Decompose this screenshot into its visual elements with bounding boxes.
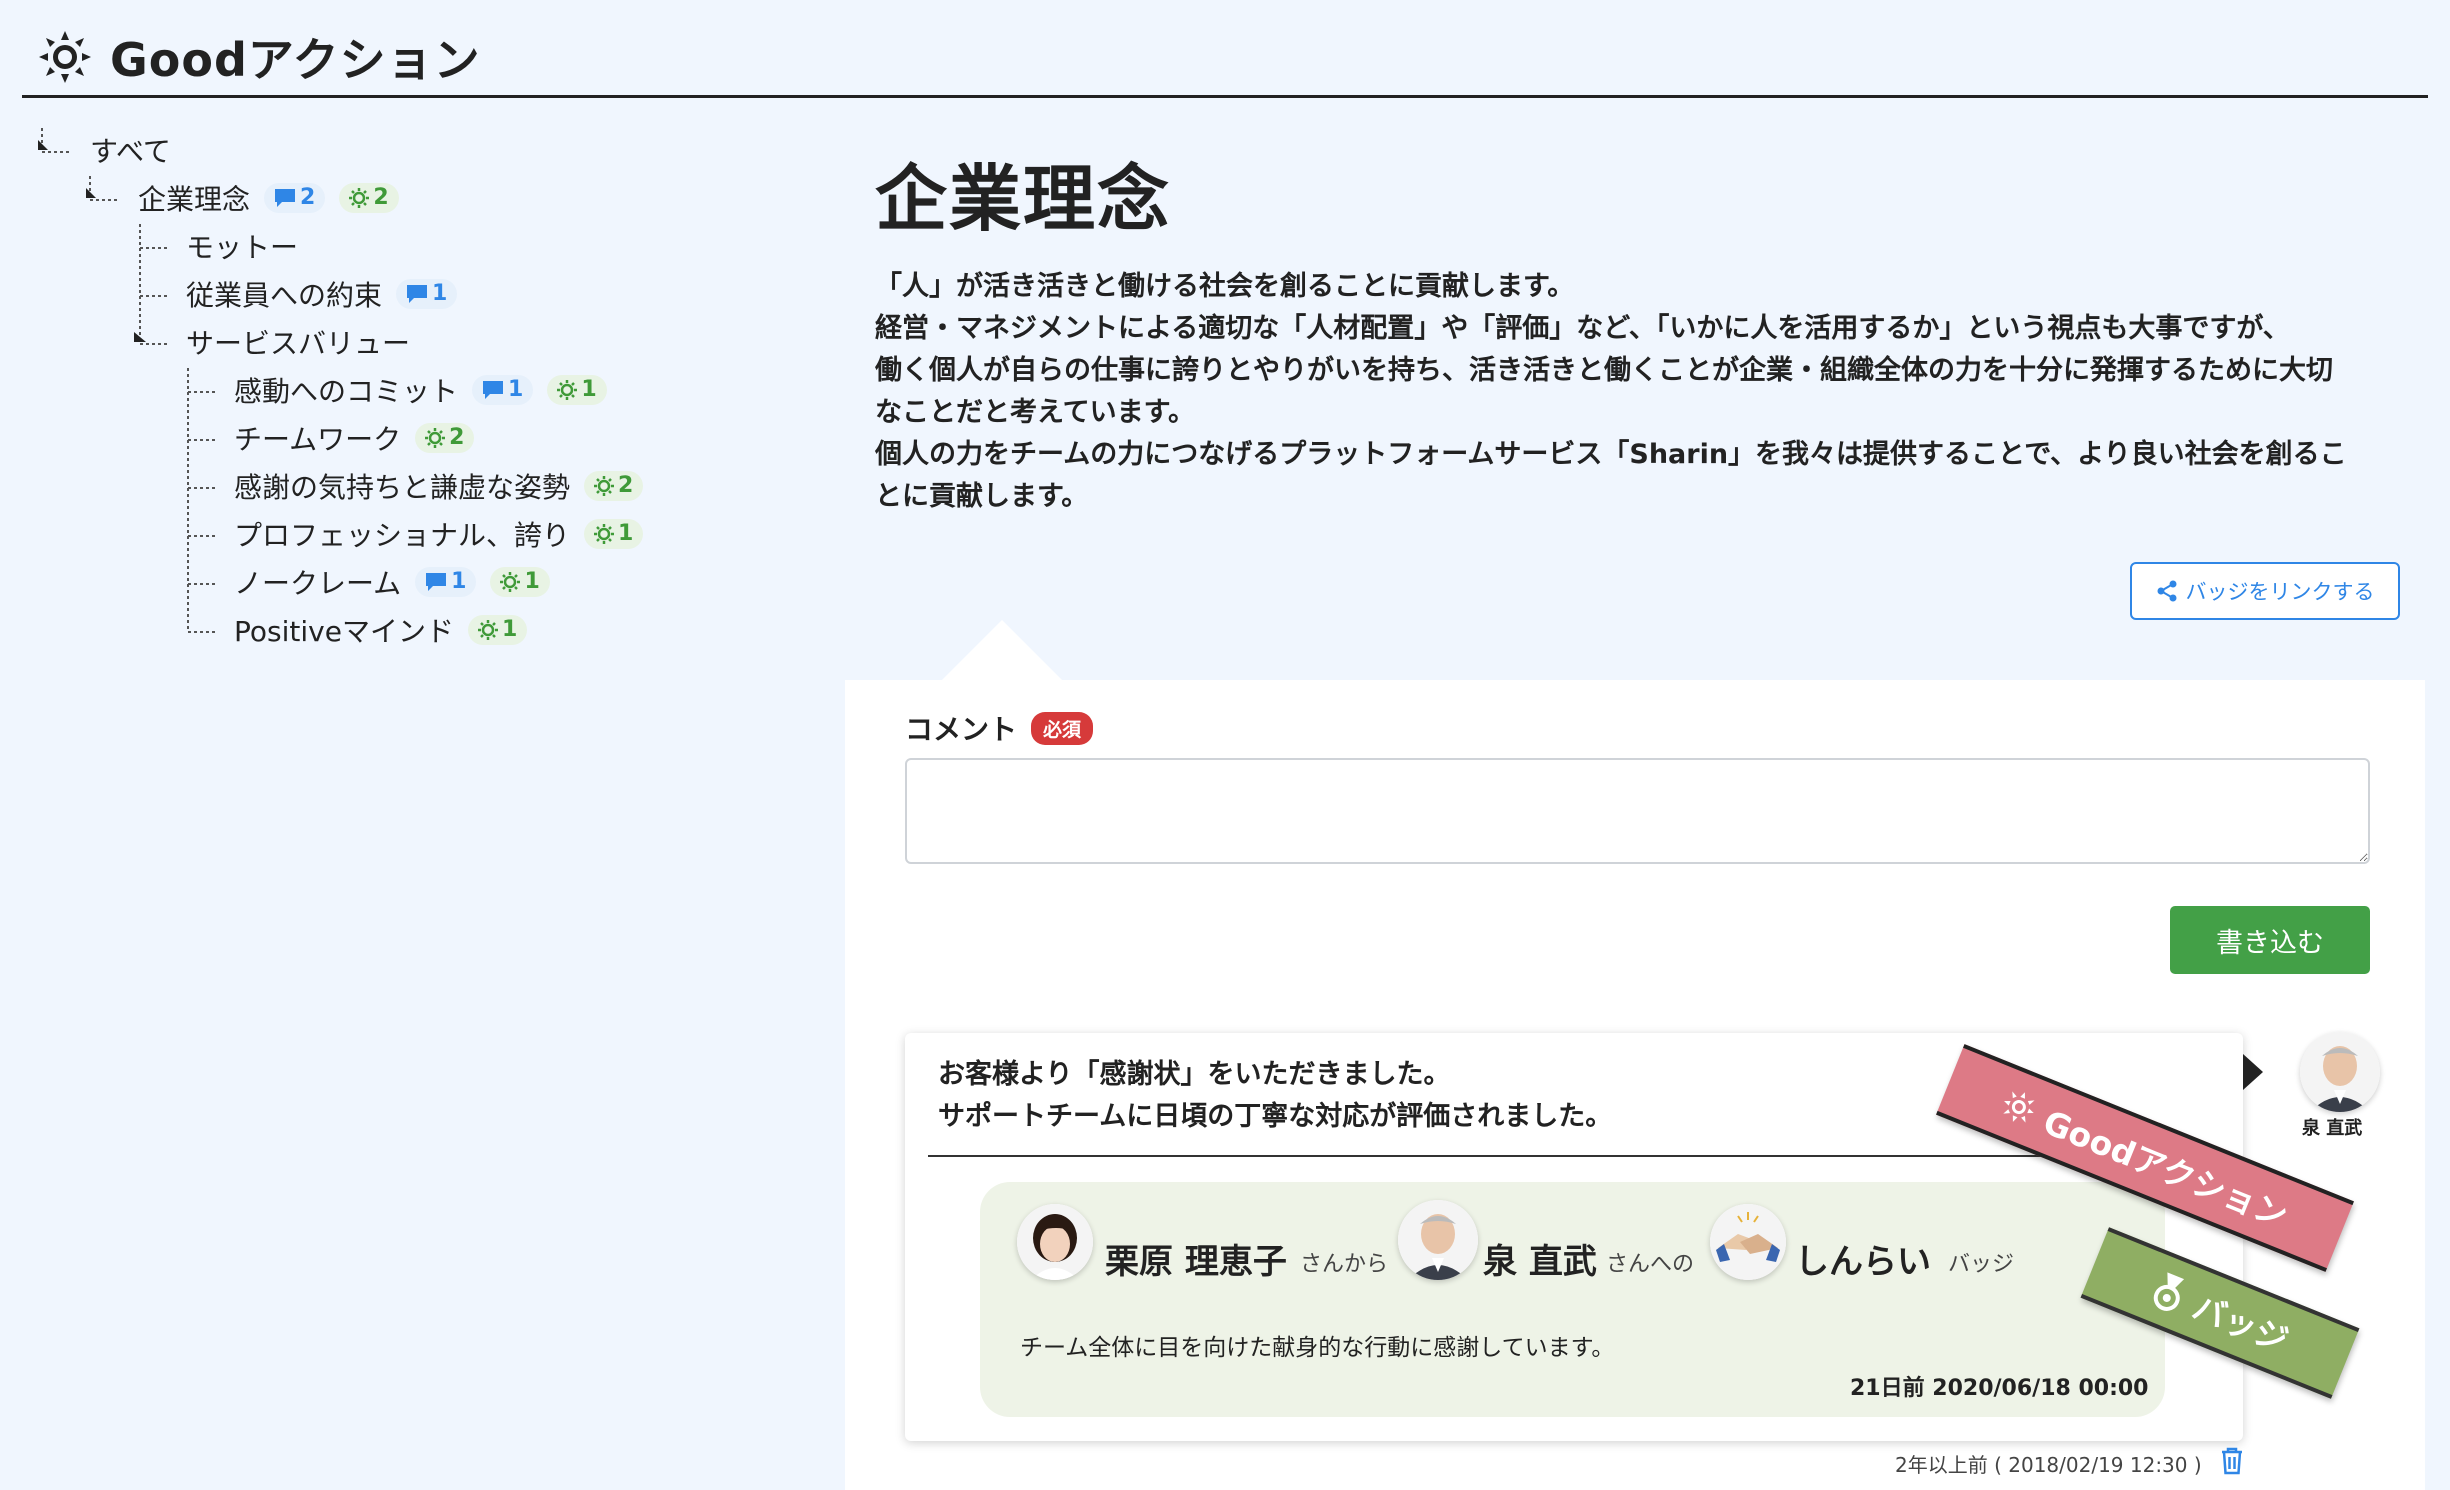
comment-label: コメント 必須 bbox=[905, 708, 1094, 748]
sun-icon bbox=[557, 380, 578, 400]
panel-notch bbox=[940, 620, 1064, 682]
share-icon bbox=[2157, 580, 2176, 602]
tree-item-label: ノークレーム bbox=[234, 567, 402, 600]
description-line: 個人の力をチームの力につなげるプラットフォームサービス「Sharin」を我々は提… bbox=[875, 439, 2347, 470]
post-text-line: サポートチームに日頃の丁寧な対応が評価されました。 bbox=[938, 1101, 1613, 1132]
description-line: とに貢献します。 bbox=[875, 481, 1089, 512]
tree-item-label: 感動へのコミット bbox=[234, 375, 459, 408]
tree-item-label: 企業理念 bbox=[138, 183, 251, 216]
tree-item-label: サービスバリュー bbox=[186, 327, 411, 360]
from-user-name: 栗原 理恵子 bbox=[1105, 1242, 1287, 1282]
handshake-icon bbox=[1710, 1204, 1786, 1280]
page-title: 企業理念 bbox=[875, 157, 1172, 241]
tree-item-gratitude[interactable]: 感謝の気持ちと謙虚な姿勢 2 bbox=[234, 466, 644, 506]
good-count-badge: 2 bbox=[415, 423, 475, 453]
good-count-badge: 1 bbox=[584, 519, 644, 549]
link-badge-button[interactable]: バッジをリンクする bbox=[2130, 562, 2400, 620]
tree-item-employee-promise[interactable]: 従業員への約束 1 bbox=[186, 274, 458, 314]
good-count-badge: 1 bbox=[547, 375, 607, 405]
tree-item-label: チームワーク bbox=[234, 423, 402, 456]
comment-count-badge: 1 bbox=[472, 375, 534, 405]
tree-item-commit[interactable]: 感動へのコミット 1 1 bbox=[234, 370, 607, 410]
trash-icon[interactable] bbox=[2220, 1447, 2244, 1475]
good-count-badge: 2 bbox=[339, 183, 399, 213]
sun-icon bbox=[2003, 1091, 2035, 1123]
badge-date: 21日前 2020/06/18 00:00 bbox=[1850, 1376, 2149, 1401]
tree-item-corporate-philosophy[interactable]: 企業理念 2 2 bbox=[138, 178, 399, 218]
comment-count-badge: 2 bbox=[264, 183, 326, 213]
badge-message: チーム全体に目を向けた献身的な行動に感謝しています。 bbox=[1020, 1335, 1615, 1361]
comment-icon bbox=[426, 573, 447, 591]
comment-count-badge: 1 bbox=[396, 279, 458, 309]
comment-count-badge: 1 bbox=[415, 567, 477, 597]
sun-icon bbox=[594, 524, 615, 544]
tree-item-label: プロフェッショナル、誇り bbox=[234, 519, 571, 552]
tree-item-no-claim[interactable]: ノークレーム 1 1 bbox=[234, 562, 550, 602]
medal-icon bbox=[2153, 1272, 2184, 1311]
tree-item-motto[interactable]: モットー bbox=[186, 226, 298, 266]
post-text: お客様より「感謝状」をいただきました。 サポートチームに日頃の丁寧な対応が評価さ… bbox=[938, 1054, 1612, 1138]
from-user-avatar[interactable] bbox=[1017, 1204, 1093, 1280]
avatar-image bbox=[1017, 1204, 1093, 1280]
category-tree: すべて 企業理念 2 2 モットー 従業員への約束 1 サービスバリュー 感動へ… bbox=[0, 120, 820, 680]
description-line: 「人」が活き活きと働ける社会を創ることに貢献します。 bbox=[875, 271, 1575, 302]
to-user-name: 泉 直武 bbox=[1483, 1242, 1597, 1282]
sun-icon bbox=[425, 428, 446, 448]
badge-name: しんらい bbox=[1795, 1242, 1931, 1282]
comment-icon bbox=[483, 381, 504, 399]
post-divider bbox=[928, 1155, 2218, 1157]
sun-icon bbox=[349, 188, 370, 208]
sun-icon bbox=[477, 620, 498, 640]
tree-item-label: Positiveマインド bbox=[234, 615, 454, 648]
sun-icon bbox=[39, 30, 91, 83]
tree-item-all[interactable]: すべて bbox=[90, 130, 171, 170]
tree-item-service-value[interactable]: サービスバリュー bbox=[186, 322, 410, 362]
tree-item-label: モットー bbox=[186, 231, 299, 264]
avatar-image bbox=[1398, 1200, 1478, 1280]
to-suffix: さんへの bbox=[1606, 1252, 1695, 1277]
link-badge-label: バッジをリンクする bbox=[2185, 580, 2375, 604]
badge-suffix: バッジ bbox=[1948, 1252, 2015, 1277]
tree-item-positive-mind[interactable]: Positiveマインド 1 bbox=[234, 610, 528, 650]
description: 「人」が活き活きと働ける社会を創ることに貢献します。 経営・マネジメントによる適… bbox=[875, 266, 2395, 518]
app-header: Goodアクション bbox=[22, 18, 2428, 98]
tree-item-professional[interactable]: プロフェッショナル、誇り 1 bbox=[234, 514, 644, 554]
comment-icon bbox=[407, 285, 428, 303]
good-count-badge: 2 bbox=[584, 471, 644, 501]
poster-avatar[interactable] bbox=[2300, 1032, 2380, 1112]
avatar-image bbox=[2300, 1032, 2380, 1112]
description-line: 働く個人が自らの仕事に誇りとやりがいを持ち、活き活きと働くことが企業・組織全体の… bbox=[875, 355, 2333, 386]
tree-item-label: すべて bbox=[90, 135, 171, 168]
poster-name: 泉 直武 bbox=[2302, 1118, 2363, 1139]
card-pointer bbox=[2243, 1054, 2263, 1090]
tree-item-teamwork[interactable]: チームワーク 2 bbox=[234, 418, 475, 458]
sun-icon bbox=[594, 476, 615, 496]
good-count-badge: 1 bbox=[467, 615, 528, 645]
app-title: Goodアクション bbox=[110, 32, 481, 87]
to-user-avatar[interactable] bbox=[1398, 1200, 1478, 1280]
good-count-badge: 1 bbox=[490, 567, 550, 597]
description-line: なことだと考えています。 bbox=[875, 397, 1195, 428]
post-text-line: お客様より「感謝状」をいただきました。 bbox=[938, 1059, 1451, 1090]
post-timestamp: 2年以上前 ( 2018/02/19 12:30 ) bbox=[1895, 1453, 2202, 1477]
required-badge: 必須 bbox=[1031, 711, 1094, 745]
badge-icon bbox=[1710, 1204, 1786, 1280]
tree-item-label: 感謝の気持ちと謙虚な姿勢 bbox=[234, 471, 571, 504]
sun-icon bbox=[500, 572, 521, 592]
comment-input[interactable] bbox=[905, 758, 2370, 864]
description-line: 経営・マネジメントによる適切な「人材配置」や「評価」など、「いかに人を活用するか… bbox=[875, 313, 2290, 344]
comment-icon bbox=[275, 189, 296, 207]
from-suffix: さんから bbox=[1300, 1252, 1389, 1277]
tree-item-label: 従業員への約束 bbox=[186, 279, 383, 312]
submit-button[interactable]: 書き込む bbox=[2170, 906, 2370, 974]
